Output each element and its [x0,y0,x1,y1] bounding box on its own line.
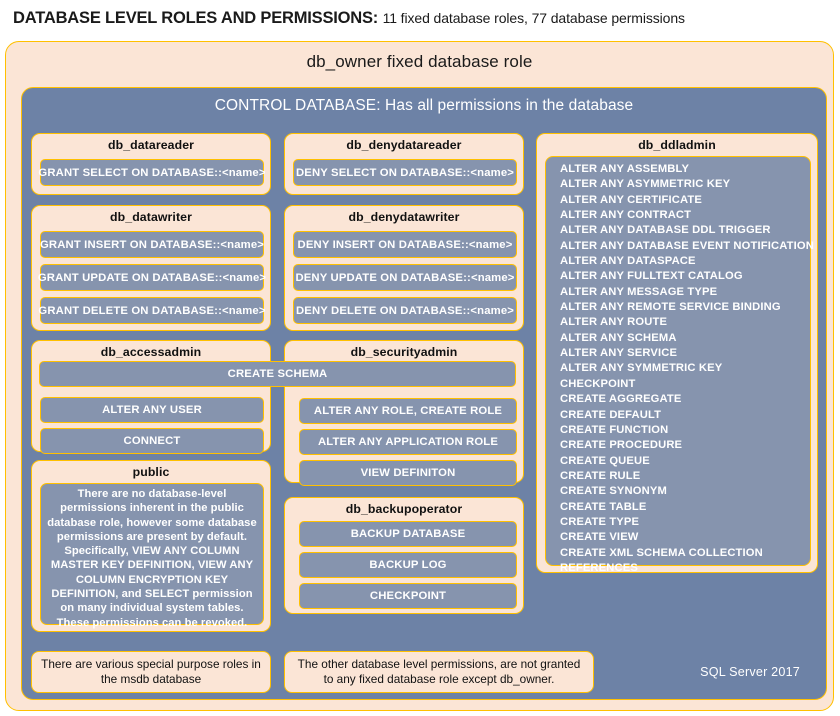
permission-row: CREATE QUEUE [560,454,650,467]
role-card-db-denydatareader[interactable]: db_denydatareader DENY SELECT ON DATABAS… [284,133,524,195]
permission-row: ALTER ANY DATABASE EVENT NOTIFICATION [560,239,814,252]
role-title-db-denydatareader: db_denydatareader [346,138,462,152]
footer-note-other-permissions: The other database level permissions, ar… [284,651,594,693]
permission-row: ALTER ANY ROUTE [560,316,668,329]
permission-row: ALTER ANY ASYMMETRIC KEY [560,178,731,191]
role-title-db-denydatawriter: db_denydatawriter [348,210,460,224]
permission-row: ALTER ANY DATABASE DDL TRIGGER [560,224,771,237]
role-title-db-accessadmin: db_accessadmin [100,345,202,359]
permission-row: ALTER ANY SYMMETRIC KEY [560,362,723,375]
permission-pill[interactable]: GRANT INSERT ON DATABASE::<name> [40,231,264,258]
role-card-db-datawriter[interactable]: db_datawriter GRANT INSERT ON DATABASE::… [31,205,271,331]
role-card-db-datareader[interactable]: db_datareader GRANT SELECT ON DATABASE::… [31,133,271,195]
permission-pill[interactable]: BACKUP LOG [299,552,517,578]
permission-row: ALTER ANY SCHEMA [560,331,677,344]
role-title-db-backupoperator: db_backupoperator [345,502,463,516]
permission-pill-create-schema[interactable]: CREATE SCHEMA [39,361,516,387]
permission-pill[interactable]: CHECKPOINT [299,583,517,609]
permission-row: ALTER ANY MESSAGE TYPE [560,285,718,298]
permission-pill[interactable]: DENY UPDATE ON DATABASE::<name> [293,264,517,291]
role-card-db-ddladmin[interactable]: db_ddladmin ALTER ANY ASSEMBLY ALTER ANY… [536,133,818,574]
permission-row: CREATE TYPE [560,515,640,528]
permission-pill[interactable]: VIEW DEFINITON [299,460,517,486]
permission-row: REFERENCES [560,561,638,574]
role-title-public: public [132,465,170,479]
permission-row: CREATE TABLE [560,500,647,513]
permission-row: CREATE PROCEDURE [560,439,683,452]
footer-note-msdb: There are various special purpose roles … [31,651,271,693]
permission-pill[interactable]: DENY SELECT ON DATABASE::<name> [293,159,517,186]
role-title-db-datawriter: db_datawriter [110,210,192,224]
permission-pill[interactable]: CONNECT [40,428,264,454]
permission-row: ALTER ANY FULLTEXT CATALOG [560,270,743,283]
db-owner-panel: db_owner fixed database role CONTROL DAT… [5,41,834,711]
permission-row: ALTER ANY CERTIFICATE [560,193,702,206]
public-note: There are no database-level permissions … [40,483,264,629]
permission-row: CREATE XML SCHEMA COLLECTION [560,546,763,559]
role-card-db-backupoperator[interactable]: db_backupoperator BACKUP DATABASE BACKUP… [284,497,524,614]
permission-row: ALTER ANY DATASPACE [560,255,696,268]
permission-pill[interactable]: DENY INSERT ON DATABASE::<name> [293,231,517,258]
permission-pill[interactable]: BACKUP DATABASE [299,521,517,547]
db-owner-title: db_owner fixed database role [306,52,533,71]
db-ddladmin-permission-list[interactable]: ALTER ANY ASSEMBLY ALTER ANY ASYMMETRIC … [545,156,814,574]
role-title-db-datareader: db_datareader [107,138,195,152]
permission-pill[interactable]: ALTER ANY USER [40,397,264,423]
permission-row: CREATE AGGREGATE [560,393,682,406]
permission-pill[interactable]: GRANT DELETE ON DATABASE::<name> [38,297,265,324]
permission-row: ALTER ANY CONTRACT [560,209,692,222]
version-stamp: SQL Server 2017 [700,665,800,679]
permission-pill[interactable]: GRANT UPDATE ON DATABASE::<name> [38,264,266,291]
control-database-label: CONTROL DATABASE: Has all permissions in… [214,97,634,114]
permission-row: ALTER ANY SERVICE [560,347,678,360]
permission-row: CREATE SYNONYM [560,485,667,498]
role-title-db-ddladmin: db_ddladmin [638,138,716,152]
permission-row: CREATE FUNCTION [560,423,669,436]
permission-pill[interactable]: ALTER ANY APPLICATION ROLE [299,429,517,455]
page-title-main: DATABASE LEVEL ROLES AND PERMISSIONS: [13,9,379,27]
permission-row: CREATE RULE [560,469,641,482]
permission-pill[interactable]: ALTER ANY ROLE, CREATE ROLE [299,398,517,424]
control-database-panel: CONTROL DATABASE: Has all permissions in… [21,87,827,700]
role-card-db-accessadmin[interactable]: db_accessadmin ALTER ANY USER CONNECT [31,340,271,454]
diagram-canvas: DATABASE LEVEL ROLES AND PERMISSIONS: 11… [0,0,840,716]
page-title-sub: 11 fixed database roles, 77 database per… [382,10,685,26]
permission-row: CREATE DEFAULT [560,408,662,421]
role-title-db-securityadmin: db_securityadmin [350,345,458,359]
permission-row: CREATE VIEW [560,531,639,544]
permission-row: ALTER ANY ASSEMBLY [560,163,690,175]
role-card-db-denydatawriter[interactable]: db_denydatawriter DENY INSERT ON DATABAS… [284,205,524,331]
permission-row: ALTER ANY REMOTE SERVICE BINDING [560,301,781,314]
permission-pill[interactable]: GRANT SELECT ON DATABASE::<name> [38,159,265,186]
role-card-public[interactable]: public There are no database-level permi… [31,460,271,632]
permission-pill[interactable]: DENY DELETE ON DATABASE::<name> [293,297,517,324]
page-title: DATABASE LEVEL ROLES AND PERMISSIONS: 11… [13,5,833,31]
permission-row: CHECKPOINT [560,377,636,390]
